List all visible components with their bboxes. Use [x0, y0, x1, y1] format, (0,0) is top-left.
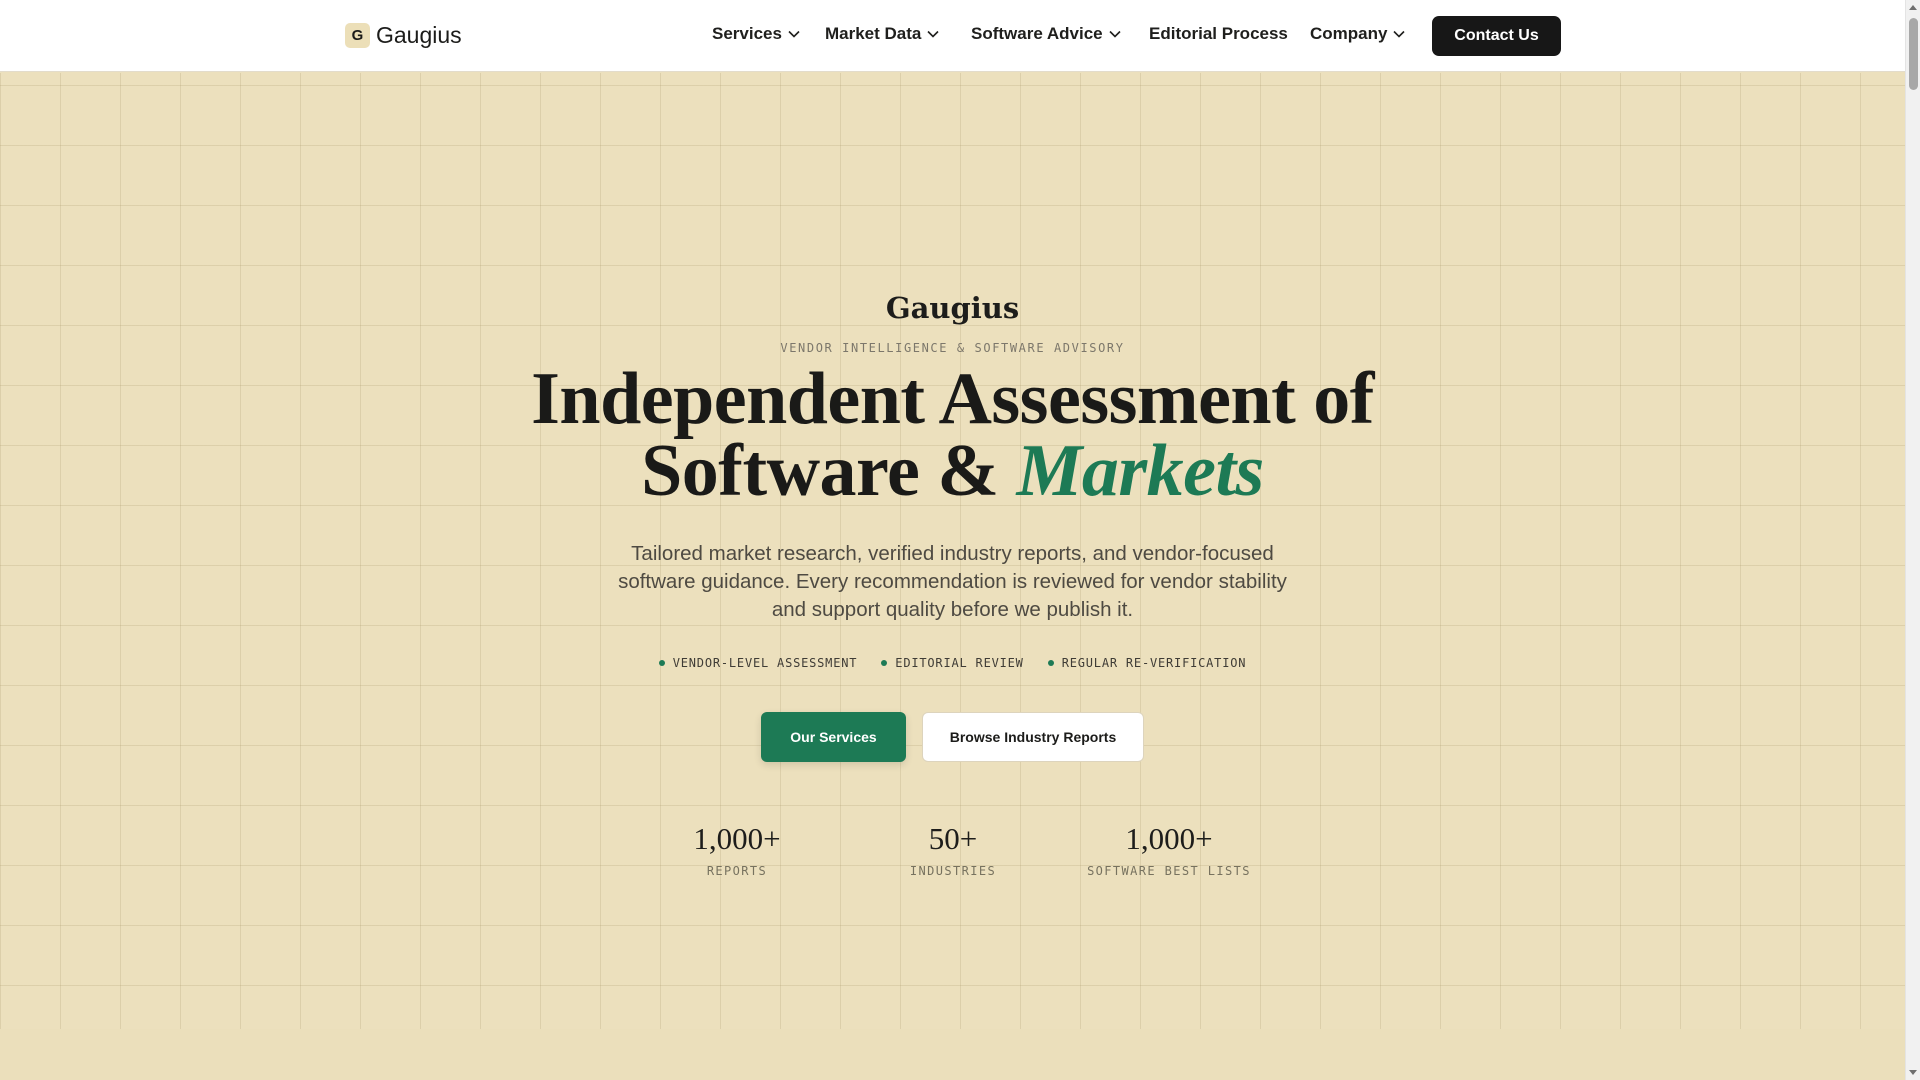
dot-icon: [881, 660, 888, 666]
hero-subtext: Tailored market research, verified indus…: [618, 542, 1287, 621]
nav-label: Editorial Process: [1149, 24, 1288, 43]
stat-label: REPORTS: [706, 864, 768, 878]
headline-line-2: Software & Markets: [0, 434, 1905, 508]
nav-label: Market Data: [825, 24, 922, 43]
hero-brand: Gaugius: [885, 291, 1020, 325]
nav-label: Company: [1310, 24, 1388, 43]
hero-section: Gaugius VENDOR INTELLIGENCE & SOFTWARE A…: [0, 73, 1905, 1029]
nav-services[interactable]: Services: [712, 24, 800, 44]
chevron-down-icon: [1109, 30, 1121, 38]
hero-tags: VENDOR-LEVEL ASSESSMENT EDITORIAL REVIEW…: [0, 656, 1905, 670]
stat-value: 1,000+: [1125, 821, 1213, 856]
nav-label: Services: [712, 24, 782, 43]
scroll-thumb[interactable]: [1909, 18, 1918, 90]
page-scrollbar[interactable]: [1905, 0, 1920, 1080]
next-section: [0, 1029, 1905, 1080]
headline-accent: Markets: [1016, 430, 1265, 512]
headline-line-2-text: Software &: [641, 430, 999, 512]
hero-eyebrow: VENDOR INTELLIGENCE & SOFTWARE ADVISORY: [780, 341, 1125, 355]
tag-item: VENDOR-LEVEL ASSESSMENT: [658, 656, 858, 670]
stat-value: 1,000+: [693, 821, 781, 856]
nav-company[interactable]: Company: [1310, 24, 1406, 44]
nav-editorial-process[interactable]: Editorial Process: [1149, 24, 1288, 44]
scroll-down-arrow-icon[interactable]: [1909, 1070, 1917, 1075]
hero-headline: Independent Assessment of Software & Mar…: [0, 358, 1905, 508]
stat-software-best-lists: 1,000+ SOFTWARE BEST LISTS: [1069, 821, 1269, 878]
stat-industries: 50+ INDUSTRIES: [853, 821, 1053, 878]
scroll-up-arrow-icon[interactable]: [1909, 5, 1917, 10]
tag-label: REGULAR RE-VERIFICATION: [1061, 656, 1247, 670]
contact-us-button[interactable]: Contact Us: [1432, 16, 1561, 56]
dot-icon: [658, 660, 665, 666]
site-header: G Gaugius Services Market Data Software …: [0, 0, 1905, 72]
tag-item: REGULAR RE-VERIFICATION: [1047, 656, 1247, 670]
stat-value: 50+: [928, 821, 978, 856]
chevron-down-icon: [788, 30, 800, 38]
chevron-down-icon: [1393, 30, 1406, 38]
stat-label: INDUSTRIES: [909, 864, 997, 878]
nav-label: Software Advice: [971, 24, 1103, 43]
nav-software-advice[interactable]: Software Advice: [971, 24, 1121, 44]
browse-industry-reports-button[interactable]: Browse Industry Reports: [922, 712, 1144, 762]
stat-reports: 1,000+ REPORTS: [637, 821, 837, 878]
nav-market-data[interactable]: Market Data: [825, 24, 939, 44]
tag-label: EDITORIAL REVIEW: [895, 656, 1024, 670]
our-services-button[interactable]: Our Services: [761, 712, 906, 762]
tag-label: VENDOR-LEVEL ASSESSMENT: [672, 656, 858, 670]
headline-line-1: Independent Assessment of: [531, 358, 1374, 440]
stat-label: SOFTWARE BEST LISTS: [1087, 864, 1251, 878]
chevron-down-icon: [927, 30, 939, 38]
main-nav: Services Market Data Software Advice Edi…: [0, 24, 1905, 48]
tag-item: EDITORIAL REVIEW: [881, 656, 1023, 670]
dot-icon: [1047, 660, 1054, 666]
